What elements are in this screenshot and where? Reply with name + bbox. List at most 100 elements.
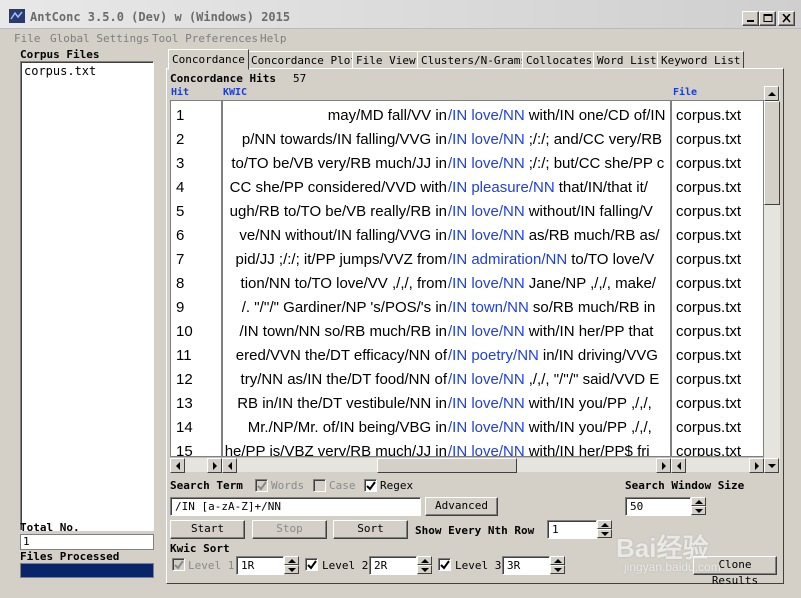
kwic-line[interactable]: try/NN as/IN the/DT food/NN of/IN love/N…: [223, 368, 670, 392]
hit-number[interactable]: 7: [176, 248, 184, 272]
hit-number[interactable]: 10: [176, 320, 193, 344]
column-header-file[interactable]: File: [673, 87, 697, 98]
antconc-app-icon[interactable]: [9, 9, 25, 23]
stepper-up-button[interactable]: [597, 520, 612, 529]
kwic-keyword[interactable]: /IN love/NN: [448, 128, 525, 152]
hit-number[interactable]: 11: [176, 344, 192, 368]
kwic-line[interactable]: ugh/RB to/TO be/VB really/RB in/IN love/…: [223, 200, 670, 224]
kwic-keyword[interactable]: /IN love/NN: [448, 104, 525, 128]
kwic-keyword[interactable]: /IN love/NN: [448, 368, 525, 392]
level3-stepper[interactable]: [550, 556, 565, 575]
start-button[interactable]: Start: [170, 520, 245, 539]
tab-collocates[interactable]: Collocates: [522, 51, 597, 69]
hit-number[interactable]: 8: [176, 272, 184, 296]
file-name-cell[interactable]: corpus.txt: [676, 440, 741, 456]
kwic-line[interactable]: ve/NN without/IN falling/VVG in/IN love/…: [223, 224, 670, 248]
kwic-line[interactable]: ered/VVN the/DT efficacy/NN of/IN poetry…: [223, 344, 670, 368]
hit-number[interactable]: 15: [176, 440, 193, 456]
hit-number[interactable]: 12: [176, 368, 193, 392]
stepper-down-button[interactable]: [417, 565, 432, 574]
level2-stepper[interactable]: [417, 556, 432, 575]
kwic-line[interactable]: CC she/PP considered/VVD with/IN pleasur…: [223, 176, 670, 200]
nth-row-stepper[interactable]: [597, 520, 612, 539]
kwic-keyword[interactable]: /IN love/NN: [448, 440, 525, 456]
kwic-pane[interactable]: may/MD fall/VV in/IN love/NN with/IN one/…: [222, 100, 671, 457]
menu-global-settings[interactable]: Global Settings: [50, 32, 149, 45]
file-name-cell[interactable]: corpus.txt: [676, 128, 741, 152]
kwic-pane-hscrollbar[interactable]: [222, 457, 671, 473]
kwic-keyword[interactable]: /IN poetry/NN: [448, 344, 539, 368]
tab-clusters-ngrams[interactable]: Clusters/N-Grams: [417, 51, 531, 69]
kwic-hscroll-thumb[interactable]: [377, 458, 517, 473]
scroll-right-button[interactable]: [656, 458, 671, 473]
tab-concordance[interactable]: Concordance: [168, 49, 249, 70]
tab-keyword-list[interactable]: Keyword List: [657, 51, 745, 69]
level3-input[interactable]: 3R: [502, 556, 550, 575]
file-name-cell[interactable]: corpus.txt: [676, 104, 741, 128]
scroll-right-button[interactable]: [749, 458, 764, 473]
hit-number[interactable]: 9: [176, 296, 184, 320]
hit-number[interactable]: 3: [176, 152, 184, 176]
kwic-line[interactable]: p/NN towards/IN falling/VVG in/IN love/N…: [223, 128, 670, 152]
kwic-keyword[interactable]: /IN love/NN: [448, 416, 525, 440]
scroll-down-button[interactable]: [764, 458, 779, 473]
kwic-line[interactable]: tion/NN to/TO love/VV ,/,/, from/IN love…: [223, 272, 670, 296]
level2-checkbox[interactable]: [305, 558, 318, 571]
hit-number[interactable]: 6: [176, 224, 184, 248]
file-name-cell[interactable]: corpus.txt: [676, 344, 741, 368]
stepper-down-button[interactable]: [597, 529, 612, 538]
kwic-keyword[interactable]: /IN love/NN: [448, 272, 525, 296]
kwic-line[interactable]: pid/JJ ;/:/; it/PP jumps/VVZ from/IN adm…: [223, 248, 670, 272]
search-window-size-stepper[interactable]: [691, 497, 706, 516]
level3-checkbox[interactable]: [438, 558, 451, 571]
menu-help[interactable]: Help: [260, 32, 287, 45]
tab-concordance-plot[interactable]: Concordance Plot: [247, 51, 361, 69]
hit-number[interactable]: 2: [176, 128, 184, 152]
file-pane[interactable]: corpus.txt corpus.txt corpus.txt corpus.txt…: [671, 100, 764, 457]
kwic-keyword[interactable]: /IN town/NN: [448, 296, 529, 320]
case-checkbox[interactable]: [313, 479, 326, 492]
kwic-line[interactable]: to/TO be/VB very/RB much/JJ in/IN love/N…: [223, 152, 670, 176]
kwic-line[interactable]: RB in/IN the/DT vestibule/NN in/IN love/…: [223, 392, 670, 416]
file-name-cell[interactable]: corpus.txt: [676, 368, 741, 392]
stepper-up-button[interactable]: [550, 556, 565, 565]
stop-button[interactable]: Stop: [252, 520, 327, 539]
hit-number[interactable]: 4: [176, 176, 184, 200]
kwic-keyword[interactable]: /IN love/NN: [448, 320, 525, 344]
menu-tool-preferences[interactable]: Tool Preferences: [152, 32, 258, 45]
tab-file-view[interactable]: File View: [352, 51, 420, 69]
level1-input[interactable]: 1R: [236, 556, 284, 575]
file-name-cell[interactable]: corpus.txt: [676, 200, 741, 224]
level1-stepper[interactable]: [284, 556, 299, 575]
stepper-up-button[interactable]: [691, 497, 706, 506]
file-name-cell[interactable]: corpus.txt: [676, 320, 741, 344]
file-name-cell[interactable]: corpus.txt: [676, 248, 741, 272]
scroll-right-button[interactable]: [207, 458, 222, 473]
tab-word-list[interactable]: Word List: [593, 51, 661, 69]
file-name-cell[interactable]: corpus.txt: [676, 296, 741, 320]
file-name-cell[interactable]: corpus.txt: [676, 272, 741, 296]
hit-number[interactable]: 13: [176, 392, 193, 416]
hit-pane-hscrollbar[interactable]: [170, 457, 222, 473]
file-name-cell[interactable]: corpus.txt: [676, 224, 741, 248]
corpus-file-item[interactable]: corpus.txt: [21, 62, 153, 80]
scroll-left-button[interactable]: [170, 458, 185, 473]
kwic-keyword[interactable]: /IN love/NN: [448, 200, 525, 224]
column-header-hit[interactable]: Hit: [171, 87, 189, 98]
kwic-line[interactable]: may/MD fall/VV in/IN love/NN with/IN one/…: [223, 104, 670, 128]
kwic-keyword[interactable]: /IN pleasure/NN: [448, 176, 555, 200]
level1-checkbox[interactable]: [172, 558, 185, 571]
minimize-button[interactable]: [742, 11, 759, 26]
kwic-keyword[interactable]: /IN love/NN: [448, 152, 525, 176]
maximize-button[interactable]: [759, 11, 776, 26]
concordance-vscroll-thumb[interactable]: [764, 101, 780, 205]
level2-input[interactable]: 2R: [369, 556, 417, 575]
kwic-line[interactable]: Mr./NP/Mr. of/IN being/VBG in/IN love/NN…: [223, 416, 670, 440]
column-header-kwic[interactable]: KWIC: [223, 87, 247, 98]
advanced-button[interactable]: Advanced: [425, 497, 498, 516]
file-name-cell[interactable]: corpus.txt: [676, 152, 741, 176]
scroll-left-button[interactable]: [222, 458, 237, 473]
menu-file[interactable]: File: [14, 32, 41, 45]
kwic-line[interactable]: /. "/''/" Gardiner/NP 's/POS/'s in/IN to…: [223, 296, 670, 320]
hit-number[interactable]: 14: [176, 416, 193, 440]
